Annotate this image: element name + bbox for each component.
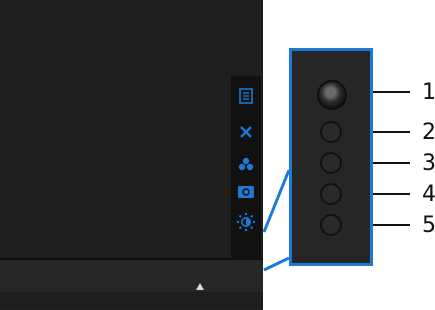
button-5[interactable] bbox=[320, 214, 342, 236]
osd-shortcut-strip bbox=[231, 76, 261, 260]
joystick-button[interactable] bbox=[317, 80, 347, 110]
input-source-icon[interactable] bbox=[231, 180, 261, 204]
label-joystick: 1 bbox=[422, 80, 435, 105]
monitor-bottom-bezel bbox=[0, 258, 263, 292]
close-icon[interactable] bbox=[231, 120, 261, 144]
brightness-contrast-icon[interactable] bbox=[231, 210, 261, 234]
label-button-3: 3 bbox=[422, 151, 435, 176]
button-2[interactable] bbox=[320, 121, 342, 143]
label-button-4: 4 bbox=[422, 182, 435, 207]
color-icon[interactable] bbox=[231, 152, 261, 176]
label-button-2: 2 bbox=[422, 120, 435, 145]
label-button-5: 5 bbox=[422, 213, 435, 238]
button-4[interactable] bbox=[320, 183, 342, 205]
menu-icon[interactable] bbox=[231, 84, 261, 108]
button-3[interactable] bbox=[320, 152, 342, 174]
control-button-panel bbox=[289, 48, 373, 266]
